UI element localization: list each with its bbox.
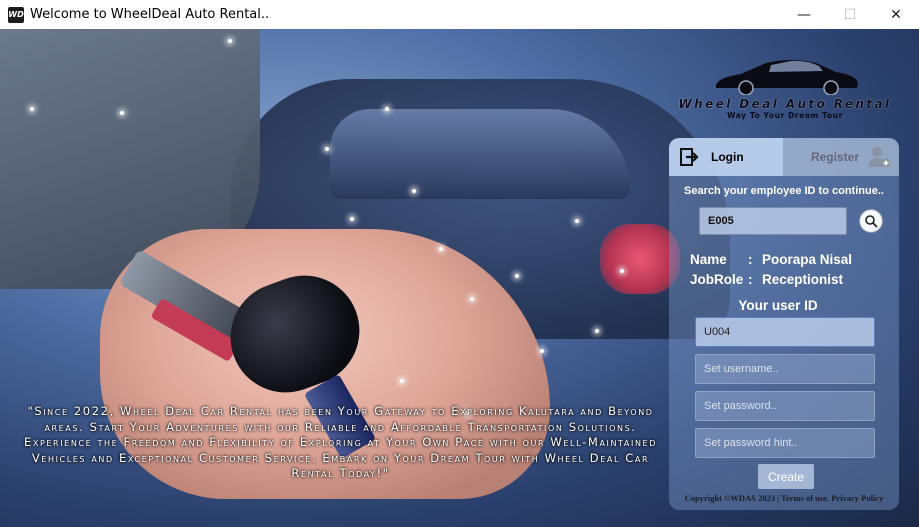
app-logo-icon: WD <box>8 6 24 23</box>
sparkle <box>575 219 579 223</box>
sparkle <box>400 379 404 383</box>
search-icon <box>865 215 878 228</box>
sparkle <box>470 297 474 301</box>
create-button[interactable]: Create <box>758 464 814 489</box>
login-icon <box>680 148 699 166</box>
sparkle <box>439 247 443 251</box>
auth-panel: Login Register Search your employee ID t… <box>669 138 899 510</box>
sparkle <box>30 107 34 111</box>
sparkle <box>228 39 232 43</box>
background-car-taillight <box>600 224 680 294</box>
user-id-label: Your user ID <box>738 298 818 313</box>
sparkle <box>620 269 624 273</box>
window-title-bar: WD Welcome to WheelDeal Auto Rental.. — … <box>0 0 919 29</box>
sports-car-icon <box>716 60 858 95</box>
brand-tagline: Way To Your Dream Tour <box>727 111 843 120</box>
employee-role-row: JobRole: Receptionist <box>690 272 843 287</box>
employee-name-row: Name: Poorapa Nisal <box>690 252 852 267</box>
search-button[interactable] <box>859 209 883 233</box>
background-car-window <box>330 109 630 199</box>
username-field[interactable] <box>695 354 875 384</box>
add-user-icon <box>868 147 891 168</box>
employee-role-key: JobRole <box>690 272 744 287</box>
copyright-footer: Copyright ©WDAS 2023 | Terms of use. Pri… <box>684 493 884 503</box>
employee-name-value: Poorapa Nisal <box>762 252 853 267</box>
employee-role-sep: : <box>748 272 753 287</box>
tab-login[interactable]: Login <box>669 138 783 176</box>
brand-title: Wheel Deal Auto Rental <box>678 97 892 111</box>
close-button[interactable]: ✕ <box>873 0 919 29</box>
brand-logo: Wheel Deal Auto Rental Way To Your Dream… <box>671 55 899 125</box>
sparkle <box>412 189 416 193</box>
sparkle <box>325 147 329 151</box>
window-title: Welcome to WheelDeal Auto Rental.. <box>30 7 270 22</box>
employee-role-value: Receptionist <box>762 272 844 287</box>
user-id-field[interactable] <box>695 317 875 347</box>
maximize-button[interactable]: ☐ <box>827 0 873 29</box>
tab-login-label: Login <box>711 150 744 164</box>
password-field[interactable] <box>695 391 875 421</box>
sparkle <box>595 329 599 333</box>
window-controls: — ☐ ✕ <box>781 0 919 29</box>
auth-tabs: Login Register <box>669 138 899 176</box>
password-hint-field[interactable] <box>695 428 875 458</box>
sparkle <box>120 111 124 115</box>
sparkle <box>515 274 519 278</box>
slogan-text: "Since 2022, Wheel Deal Car Rental has b… <box>24 404 657 480</box>
sparkle <box>385 107 389 111</box>
minimize-button[interactable]: — <box>781 0 827 29</box>
sparkle <box>350 217 354 221</box>
employee-id-input[interactable] <box>699 207 847 235</box>
employee-name-key: Name <box>690 252 727 267</box>
tab-register-label: Register <box>810 150 859 164</box>
search-instruction: Search your employee ID to continue.. <box>684 185 884 197</box>
tab-register[interactable]: Register <box>783 138 899 176</box>
sparkle <box>540 349 544 353</box>
employee-name-sep: : <box>748 252 753 267</box>
